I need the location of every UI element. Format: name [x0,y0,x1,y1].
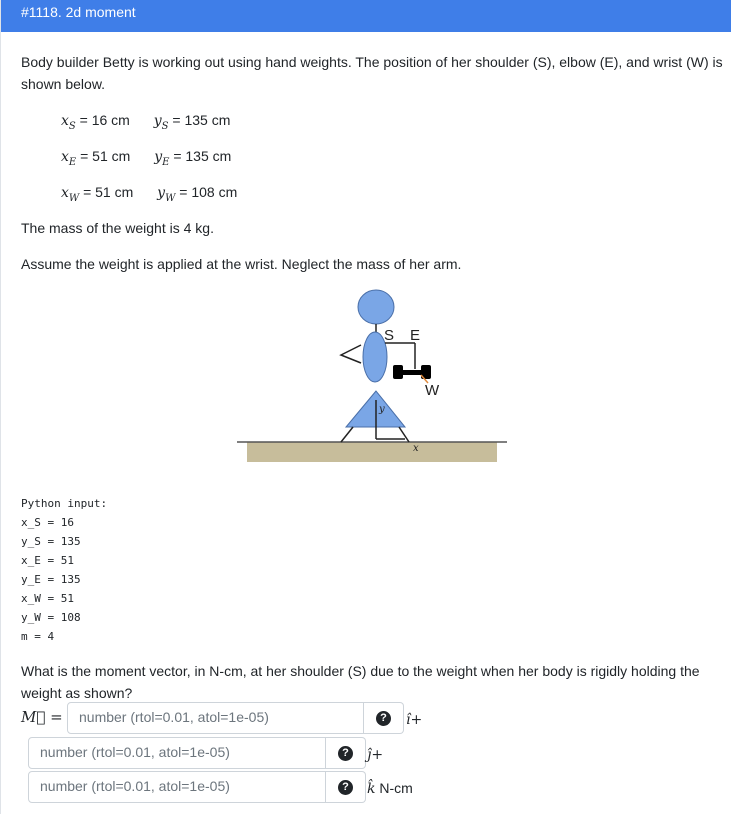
given-value: = 51 cm [76,148,131,164]
python-input-line: x_E = 51 [21,554,74,567]
problem-intro: Body builder Betty is working out using … [21,54,723,92]
moment-k-help-button[interactable]: ? [326,771,366,803]
moment-k-input[interactable]: number (rtol=0.01, atol=1e-05) [28,771,326,803]
dumbbell-plate-left [393,365,403,379]
question-title: #1118. 2d moment [1,0,731,32]
given-value: = 135 cm [169,148,232,164]
moment-j-input[interactable]: number (rtol=0.01, atol=1e-05) [28,737,326,769]
given-value: = 108 cm [175,184,238,200]
moment-i-input[interactable]: number (rtol=0.01, atol=1e-05) [67,702,364,734]
assumption-statement: Assume the weight is applied at the wris… [21,256,462,272]
label-y: y [378,404,385,415]
moment-label: M⃗ = [21,708,63,726]
question-card: #1118. 2d moment Body builder Betty is w… [0,0,731,814]
help-icon[interactable]: ? [338,780,353,795]
python-input-block: Python input: x_S = 16 y_S = 135 x_E = 51 y_… [21,494,107,646]
i-unit-label: î+ [406,712,423,728]
python-input-heading: Python input: [21,497,108,510]
problem-figure: S E W y x [237,289,507,462]
mass-statement: The mass of the weight is 4 kg. [21,220,214,236]
label-w: W [425,382,440,399]
given-var: xE [61,149,77,168]
label-e: E [410,327,420,344]
python-input-line: y_E = 135 [21,573,81,586]
j-unit-label: ĵ+ [367,747,384,763]
moment-j-help-button[interactable]: ? [326,737,366,769]
given-value: = 16 cm [75,112,130,128]
given-var: xW [61,185,80,204]
python-input-line: y_S = 135 [21,535,81,548]
label-x: x [413,443,419,454]
given-elbow: xE = 51 cm yE = 135 cm [61,146,231,173]
given-var: yW [157,185,176,204]
python-input-line: y_W = 108 [21,611,81,624]
help-icon[interactable]: ? [376,711,391,726]
given-value: = 135 cm [168,112,231,128]
given-var: yE [154,149,170,168]
left-arm [339,344,362,364]
given-value: = 51 cm [79,184,134,200]
given-var: yS [153,113,169,132]
python-input-line: x_W = 51 [21,592,74,605]
given-var: xS [61,113,76,132]
ground [247,442,497,462]
question-text: What is the moment vector, in N-cm, at h… [21,663,700,701]
given-wrist: xW = 51 cm yW = 108 cm [61,182,237,209]
left-leg [340,426,354,443]
moment-i-help-button[interactable]: ? [364,702,404,734]
python-input-line: m = 4 [21,630,55,643]
given-shoulder: xS = 16 cm yS = 135 cm [61,110,230,137]
k-unit-label: k̂ N-cm [367,780,413,797]
python-input-line: x_S = 16 [21,516,74,529]
head [357,289,395,325]
help-icon[interactable]: ? [338,746,353,761]
label-s: S [384,327,394,344]
